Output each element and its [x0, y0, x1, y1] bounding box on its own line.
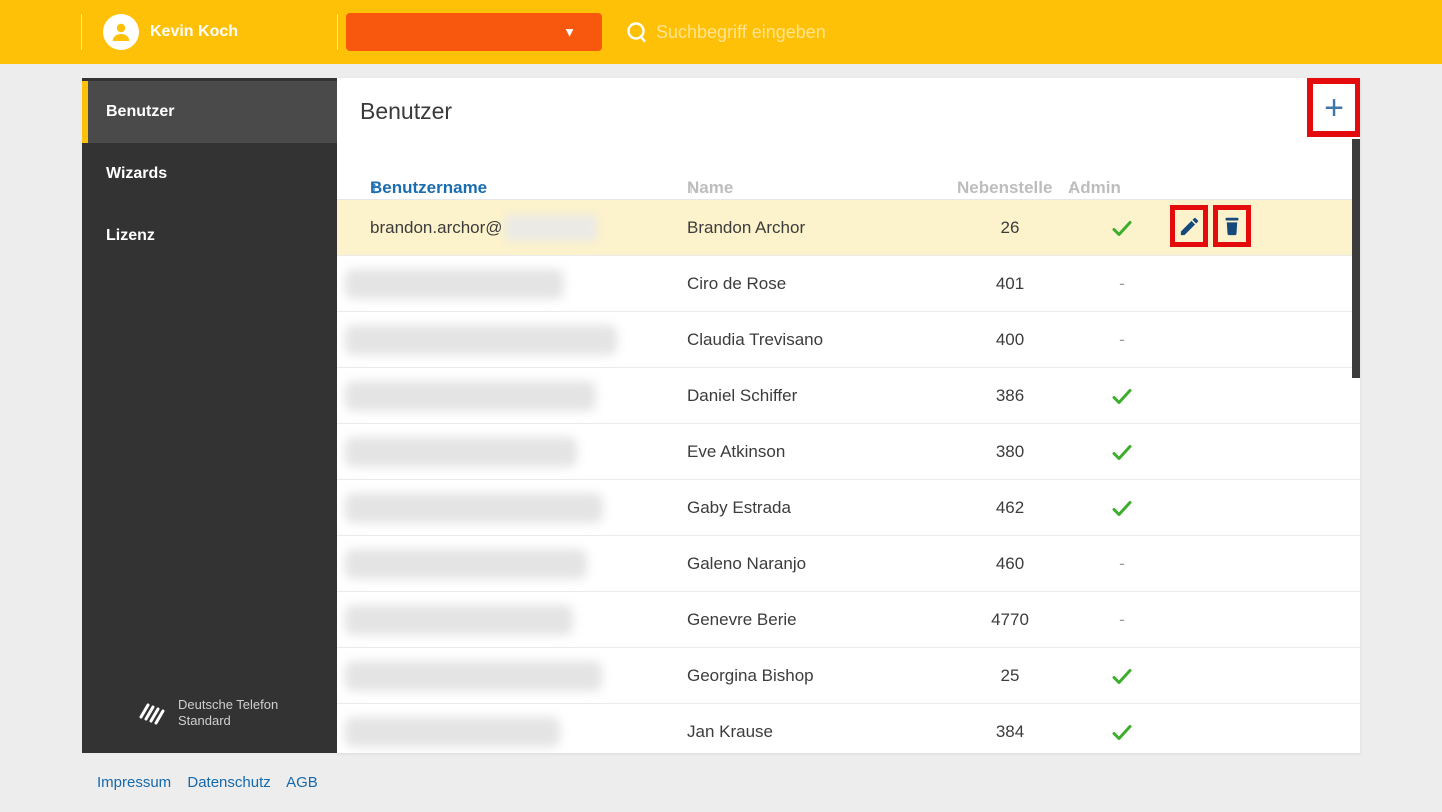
table-row[interactable]: Georgina Bishop25	[337, 648, 1360, 704]
admin-check-icon	[1109, 495, 1135, 521]
logo-stripes-icon	[138, 698, 168, 728]
cell-name: Eve Atkinson	[687, 424, 785, 480]
chevron-down-icon: ▼	[563, 25, 576, 40]
redacted-username	[505, 214, 597, 242]
sidebar-item-label: Benutzer	[106, 103, 174, 120]
admin-check-icon	[1109, 383, 1135, 409]
cell-name: Jan Krause	[687, 704, 773, 753]
table-row[interactable]: brandon.archor@Brandon Archor26	[337, 200, 1360, 256]
cell-admin	[1062, 424, 1182, 480]
table-row[interactable]: Genevre Berie4770-	[337, 592, 1360, 648]
cell-admin: -	[1062, 592, 1182, 648]
footer-link-agb[interactable]: AGB	[286, 774, 318, 791]
sidebar-item-benutzer[interactable]: Benutzer	[82, 81, 337, 143]
sidebar-item-label: Wizards	[106, 165, 167, 182]
sidebar-item-lizenz[interactable]: Lizenz	[82, 205, 337, 267]
table-row[interactable]: Ciro de Rose401-	[337, 256, 1360, 312]
redacted-username	[345, 381, 596, 411]
logged-in-user: Kevin Koch	[150, 0, 238, 64]
footer-link-datenschutz[interactable]: Datenschutz	[187, 774, 270, 791]
table-row[interactable]: Eve Atkinson380	[337, 424, 1360, 480]
cell-benutzername: brandon.archor@	[370, 200, 597, 256]
redacted-username	[345, 605, 573, 635]
footer: Impressum Datenschutz AGB	[97, 774, 330, 791]
cell-name: Brandon Archor	[687, 200, 805, 256]
admin-check-icon	[1109, 439, 1135, 465]
brand-line2: Standard	[178, 713, 278, 729]
admin-check-icon	[1109, 215, 1135, 241]
brand-name: Deutsche Telefon Standard	[178, 697, 278, 729]
app-header: Kevin Koch ▼	[0, 0, 1442, 64]
cell-admin: -	[1062, 256, 1182, 312]
cell-name: Daniel Schiffer	[687, 368, 797, 424]
sidebar-item-label: Lizenz	[106, 227, 155, 244]
table-row[interactable]: Daniel Schiffer386	[337, 368, 1360, 424]
delete-trash-icon	[1221, 215, 1243, 237]
table-row[interactable]: Gaby Estrada462	[337, 480, 1360, 536]
cell-admin: -	[1062, 536, 1182, 592]
search-input[interactable]	[656, 16, 1076, 48]
table-header-row: ↑Benutzername ↑Name Nebenstelle ↑Admin	[337, 150, 1360, 200]
cell-admin	[1062, 200, 1182, 256]
annotation-box-add: +	[1307, 78, 1360, 137]
cell-admin	[1062, 704, 1182, 753]
cell-name: Claudia Trevisano	[687, 312, 823, 368]
cell-admin	[1062, 648, 1182, 704]
brand-line1: Deutsche Telefon	[178, 697, 278, 713]
cell-admin	[1062, 480, 1182, 536]
annotation-box-edit	[1170, 205, 1208, 247]
column-label: Nebenstelle	[957, 178, 1052, 198]
admin-no-dash: -	[1119, 554, 1125, 574]
redacted-username	[345, 493, 603, 523]
account-dropdown[interactable]: ▼	[346, 13, 602, 51]
cell-name: Genevre Berie	[687, 592, 797, 648]
column-label: Admin	[1068, 178, 1121, 198]
redacted-username	[345, 325, 617, 355]
admin-check-icon	[1109, 663, 1135, 689]
footer-link-impressum[interactable]: Impressum	[97, 774, 171, 791]
cell-admin: -	[1062, 312, 1182, 368]
redacted-username	[345, 437, 577, 467]
redacted-username	[345, 269, 564, 299]
admin-no-dash: -	[1119, 274, 1125, 294]
edit-user-button[interactable]	[1178, 215, 1201, 238]
sidebar: Benutzer Wizards Lizenz Deutsche Telefon…	[82, 78, 337, 753]
cell-name: Ciro de Rose	[687, 256, 786, 312]
redacted-username	[345, 549, 587, 579]
redacted-username	[345, 661, 602, 691]
table-row[interactable]: Galeno Naranjo460-	[337, 536, 1360, 592]
delete-user-button[interactable]	[1221, 215, 1243, 237]
avatar[interactable]	[103, 14, 139, 50]
cell-admin	[1062, 368, 1182, 424]
user-icon	[109, 20, 133, 44]
header-divider	[81, 14, 82, 50]
admin-check-icon	[1109, 719, 1135, 745]
admin-no-dash: -	[1119, 610, 1125, 630]
edit-pencil-icon	[1178, 215, 1201, 238]
column-label: Benutzername	[370, 178, 487, 198]
brand-logo: Deutsche Telefon Standard	[138, 697, 278, 729]
table-row[interactable]: Claudia Trevisano400-	[337, 312, 1360, 368]
add-user-button[interactable]: +	[1313, 84, 1355, 131]
row-actions	[1170, 205, 1256, 251]
header-divider	[337, 14, 338, 50]
redacted-username	[345, 717, 560, 747]
cell-name: Galeno Naranjo	[687, 536, 806, 592]
annotation-box-delete	[1213, 205, 1251, 247]
admin-no-dash: -	[1119, 330, 1125, 350]
cell-name: Gaby Estrada	[687, 480, 791, 536]
table-row[interactable]: Jan Krause384	[337, 704, 1360, 753]
sidebar-item-wizards[interactable]: Wizards	[82, 143, 337, 205]
user-table-body: brandon.archor@Brandon Archor26Ciro de R…	[337, 200, 1360, 753]
column-label: Name	[687, 178, 733, 198]
page-title: Benutzer	[360, 98, 452, 125]
cell-name: Georgina Bishop	[687, 648, 814, 704]
search-icon	[624, 19, 650, 50]
vertical-scrollbar[interactable]	[1352, 139, 1360, 378]
main-panel: Benutzer + ↑Benutzername ↑Name Nebenstel…	[337, 78, 1360, 753]
